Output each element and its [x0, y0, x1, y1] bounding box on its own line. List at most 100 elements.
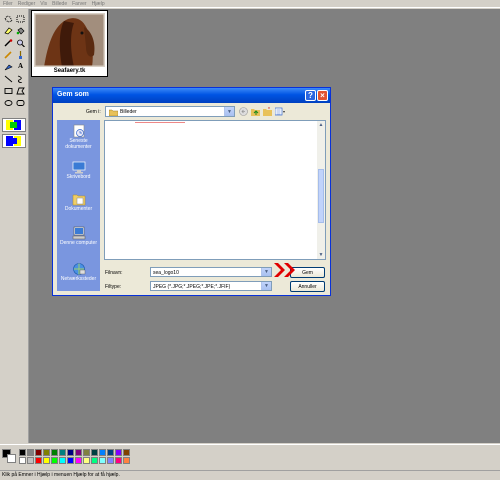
palette-swatch[interactable]: [115, 457, 122, 464]
menu-edit[interactable]: Rediger: [18, 1, 36, 7]
filename-value: sea_logo10: [153, 270, 179, 276]
palette-swatch[interactable]: [43, 457, 50, 464]
palette-swatch[interactable]: [51, 457, 58, 464]
places-bar: Seneste dokumenter Skrivebord Dokumenter…: [57, 120, 100, 291]
view-menu-icon[interactable]: [275, 107, 286, 116]
chevron-down-icon[interactable]: ▼: [224, 107, 234, 116]
palette-swatch[interactable]: [107, 457, 114, 464]
scroll-down-icon[interactable]: ▼: [317, 251, 325, 259]
palette-swatch[interactable]: [35, 449, 42, 456]
palette-swatch[interactable]: [27, 457, 34, 464]
palette-swatch[interactable]: [67, 457, 74, 464]
scroll-up-icon[interactable]: ▲: [317, 121, 325, 129]
text-icon[interactable]: A: [15, 62, 26, 71]
save-in-dropdown[interactable]: Billeder ▼: [105, 106, 235, 117]
palette-swatch[interactable]: [115, 449, 122, 456]
free-select-icon[interactable]: [3, 14, 14, 23]
rectangle-icon[interactable]: [3, 86, 14, 95]
dialog-titlebar[interactable]: Gem som ? ×: [53, 88, 330, 103]
filetype-value: JPEG (*.JPG;*.JPEG;*.JPE;*.JFIF): [153, 284, 231, 290]
place-recent-label: Seneste dokumenter: [65, 138, 92, 150]
color-picker-icon[interactable]: [3, 38, 14, 47]
palette-swatch[interactable]: [83, 449, 90, 456]
save-in-value: Billeder: [120, 109, 137, 115]
filetype-label: Filtype:: [105, 284, 122, 290]
place-network[interactable]: Netværkssteder: [57, 262, 100, 282]
palette-swatch[interactable]: [59, 457, 66, 464]
recent-documents-icon: [73, 124, 84, 138]
place-computer-label: Denne computer: [60, 240, 97, 246]
tool-option-transparent[interactable]: [2, 118, 26, 132]
palette-swatch[interactable]: [51, 449, 58, 456]
my-documents-icon: [72, 194, 85, 206]
filename-field[interactable]: sea_logo10 ▼: [150, 267, 272, 277]
palette-swatch[interactable]: [19, 457, 26, 464]
status-text: Klik på Emner i Hjælp i menuen Hjælp for…: [2, 472, 120, 478]
airbrush-icon[interactable]: [3, 62, 14, 71]
palette-swatch[interactable]: [107, 449, 114, 456]
image-canvas[interactable]: Seafaery.tk: [31, 10, 108, 77]
polygon-icon[interactable]: [15, 86, 26, 95]
desktop-icon: [72, 161, 85, 174]
curve-icon[interactable]: [15, 74, 26, 83]
place-documents-label: Dokumenter: [64, 206, 93, 212]
close-button[interactable]: ×: [317, 90, 328, 101]
palette-swatch[interactable]: [67, 449, 74, 456]
save-in-label: Gem i:: [86, 109, 101, 115]
filename-label: Filnavn:: [105, 270, 123, 276]
image-caption: Seafaery.tk: [53, 68, 86, 74]
rounded-rectangle-icon[interactable]: [15, 98, 26, 107]
palette-swatch[interactable]: [75, 457, 82, 464]
fill-icon[interactable]: [15, 26, 26, 35]
palette-swatch[interactable]: [27, 449, 34, 456]
palette-swatch[interactable]: [75, 449, 82, 456]
eraser-icon[interactable]: [3, 26, 14, 35]
menu-colors[interactable]: Farver: [72, 1, 86, 7]
palette-swatch[interactable]: [99, 449, 106, 456]
menu-image[interactable]: Billede: [52, 1, 67, 7]
chevron-down-icon[interactable]: ▼: [261, 282, 271, 290]
menu-file[interactable]: Filer: [3, 1, 13, 7]
up-folder-icon[interactable]: [251, 107, 260, 116]
palette-swatch[interactable]: [123, 449, 130, 456]
palette-swatch[interactable]: [91, 449, 98, 456]
magnifier-icon[interactable]: [15, 38, 26, 47]
back-icon[interactable]: [239, 107, 248, 116]
scrollbar-thumb[interactable]: [318, 169, 324, 223]
place-documents[interactable]: Dokumenter: [57, 192, 100, 212]
menu-help[interactable]: Hjælp: [92, 1, 105, 7]
rect-select-icon[interactable]: [15, 14, 26, 23]
filetype-select[interactable]: JPEG (*.JPG;*.JPEG;*.JPE;*.JFIF) ▼: [150, 281, 272, 291]
folder-icon: [108, 109, 119, 118]
help-button[interactable]: ?: [305, 90, 316, 101]
clipped-thumbnail: [135, 122, 185, 123]
palette-swatch[interactable]: [43, 449, 50, 456]
file-list-scrollbar[interactable]: ▲ ▼: [317, 121, 325, 259]
place-desktop[interactable]: Skrivebord: [57, 160, 100, 180]
menu-bar: Filer Rediger Vis Billede Farver Hjælp: [0, 0, 500, 8]
palette-swatch[interactable]: [91, 457, 98, 464]
my-computer-icon: [72, 226, 85, 240]
palette-swatch[interactable]: [19, 449, 26, 456]
place-recent[interactable]: Seneste dokumenter: [57, 124, 100, 150]
horse-image: [34, 13, 105, 67]
tool-option-opaque[interactable]: [2, 134, 26, 148]
palette-swatch[interactable]: [83, 457, 90, 464]
network-places-icon: [72, 263, 85, 275]
pencil-icon[interactable]: [3, 50, 14, 59]
palette-swatch[interactable]: [123, 457, 130, 464]
palette-swatch[interactable]: [99, 457, 106, 464]
place-computer[interactable]: Denne computer: [57, 226, 100, 246]
brush-icon[interactable]: [15, 50, 26, 59]
chevron-down-icon[interactable]: ▼: [261, 268, 271, 276]
background-color[interactable]: [7, 454, 16, 463]
place-desktop-label: Skrivebord: [66, 174, 91, 180]
new-folder-icon[interactable]: *: [263, 107, 272, 116]
palette-swatch[interactable]: [59, 449, 66, 456]
file-list[interactable]: ▲ ▼: [104, 120, 326, 260]
cancel-button[interactable]: Annuller: [290, 281, 325, 292]
ellipse-icon[interactable]: [3, 98, 14, 107]
palette-swatch[interactable]: [35, 457, 42, 464]
menu-view[interactable]: Vis: [40, 1, 47, 7]
line-icon[interactable]: [3, 74, 14, 83]
